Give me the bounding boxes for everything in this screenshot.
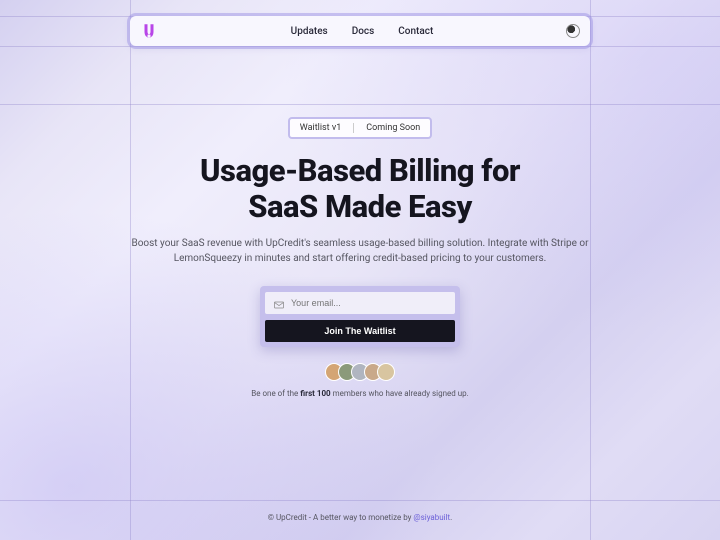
navbar: Updates Docs Contact [130, 16, 590, 46]
hero-section: Waitlist v1 Coming Soon Usage-Based Bill… [90, 115, 630, 398]
social-proof: Be one of the first 100 members who have… [90, 389, 630, 398]
nav-links: Updates Docs Contact [291, 26, 434, 37]
badge-status: Coming Soon [366, 123, 420, 133]
logo[interactable] [140, 22, 158, 40]
badge-version: Waitlist v1 [300, 123, 341, 133]
author-link[interactable]: @siyabuilt [413, 513, 450, 522]
waitlist-form: Join The Waitlist [260, 286, 460, 347]
status-badge: Waitlist v1 Coming Soon [288, 117, 432, 139]
page-title: Usage-Based Billing for SaaS Made Easy [90, 153, 630, 224]
join-waitlist-button[interactable]: Join The Waitlist [265, 320, 455, 342]
logo-icon [140, 22, 158, 40]
theme-toggle[interactable] [566, 24, 580, 38]
subtitle: Boost your SaaS revenue with UpCredit's … [120, 236, 600, 266]
avatar-stack [90, 363, 630, 381]
email-field[interactable] [265, 292, 455, 314]
badge-separator [353, 123, 354, 133]
nav-link-updates[interactable]: Updates [291, 26, 328, 37]
avatar [377, 363, 395, 381]
footer: © UpCredit - A better way to monetize by… [268, 513, 453, 522]
email-icon [273, 299, 285, 311]
nav-link-contact[interactable]: Contact [398, 26, 433, 37]
nav-link-docs[interactable]: Docs [352, 26, 375, 37]
